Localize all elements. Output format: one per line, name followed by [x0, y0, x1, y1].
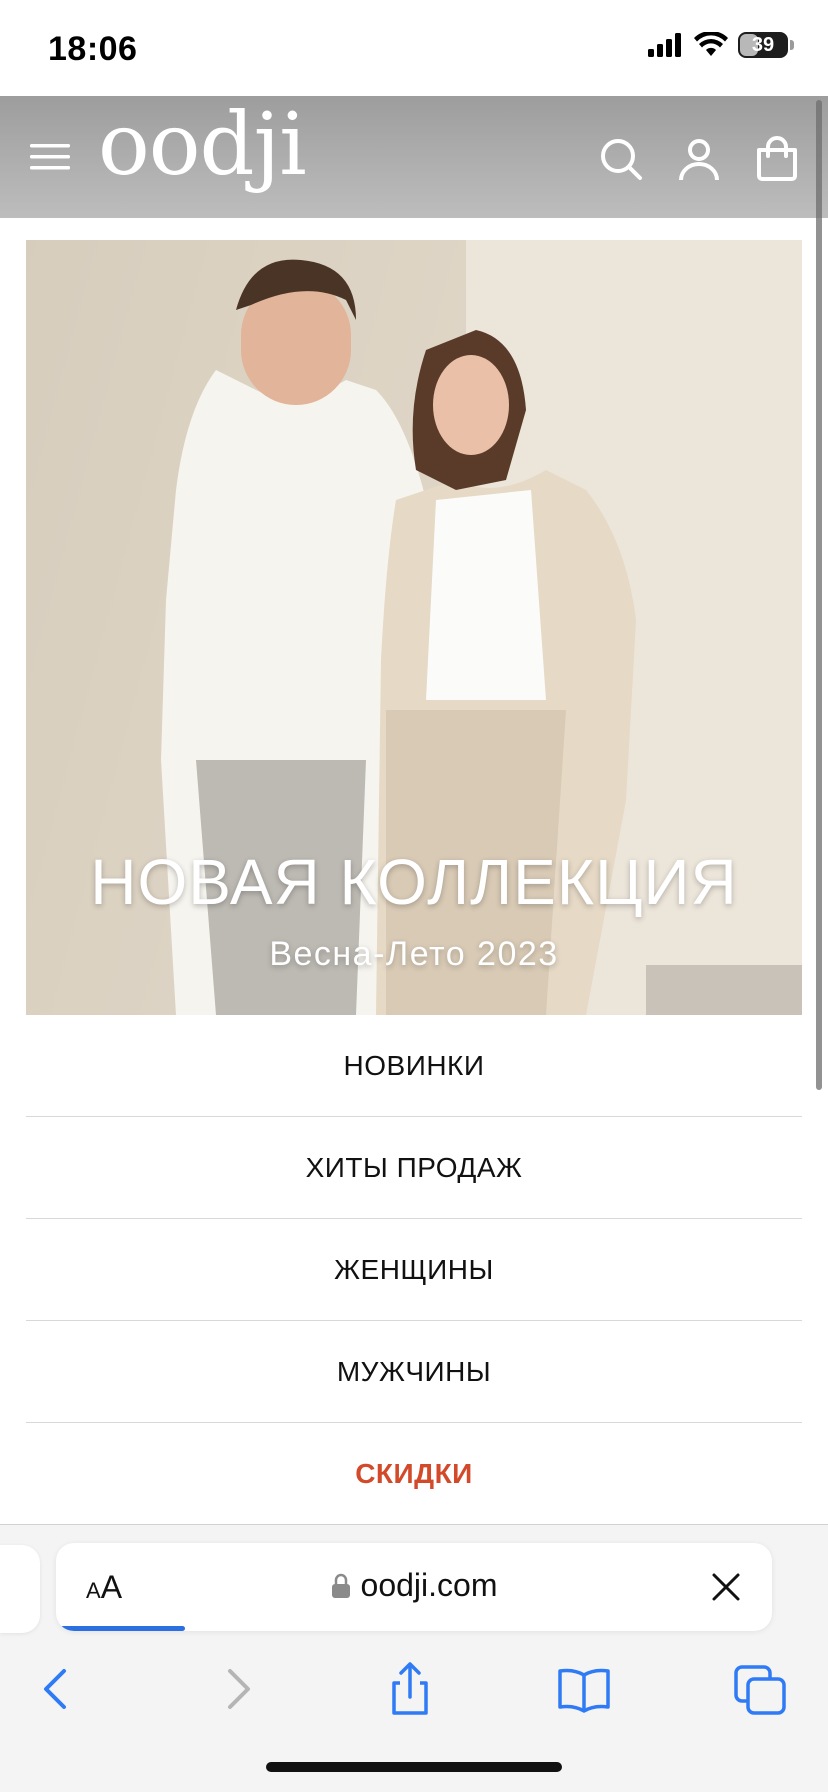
hero-banner[interactable]: НОВАЯ КОЛЛЕКЦИЯ Весна-Лето 2023	[26, 240, 802, 1015]
cart-icon[interactable]	[754, 136, 800, 182]
tabs-icon[interactable]	[730, 1659, 790, 1719]
category-new[interactable]: НОВИНКИ	[26, 1015, 802, 1117]
close-icon[interactable]	[706, 1567, 746, 1607]
lock-icon	[331, 1573, 350, 1598]
user-icon[interactable]	[676, 136, 722, 182]
category-bestsellers[interactable]: ХИТЫ ПРОДАЖ	[26, 1117, 802, 1219]
category-men[interactable]: МУЖЧИНЫ	[26, 1321, 802, 1423]
search-icon[interactable]	[598, 136, 644, 182]
battery-cap	[790, 40, 794, 50]
page-load-progress	[56, 1626, 185, 1631]
category-menu: НОВИНКИ ХИТЫ ПРОДАЖ ЖЕНЩИНЫ МУЖЧИНЫ СКИД…	[26, 1015, 802, 1525]
hero-title: НОВАЯ КОЛЛЕКЦИЯ	[90, 846, 738, 918]
battery-percent: 39	[751, 33, 775, 56]
url-container: oodji.com	[56, 1567, 772, 1604]
wifi-icon	[694, 32, 728, 56]
site-logo[interactable]: oodji	[98, 102, 307, 188]
previous-tab-peek[interactable]	[0, 1545, 40, 1633]
hero-subtitle: Весна-Лето 2023	[269, 935, 559, 973]
status-time: 18:06	[48, 30, 138, 68]
url-text: oodji.com	[360, 1567, 498, 1603]
share-icon[interactable]	[380, 1659, 440, 1719]
menu-icon[interactable]	[28, 140, 72, 174]
page-scrollbar[interactable]	[816, 100, 822, 1090]
bookmarks-icon[interactable]	[554, 1659, 614, 1719]
category-sale[interactable]: СКИДКИ	[26, 1423, 802, 1525]
home-indicator[interactable]	[266, 1762, 562, 1772]
address-bar[interactable]: AA oodji.com	[56, 1543, 772, 1631]
status-indicators: 39	[648, 32, 794, 58]
cellular-signal-icon	[648, 33, 681, 57]
site-header: oodji	[0, 96, 828, 218]
browser-toolbar: AA oodji.com	[0, 1524, 828, 1792]
category-women[interactable]: ЖЕНЩИНЫ	[26, 1219, 802, 1321]
back-icon[interactable]	[28, 1659, 88, 1719]
status-bar: 18:06 39	[0, 0, 828, 96]
forward-icon[interactable]	[206, 1659, 266, 1719]
battery-icon: 39	[738, 32, 788, 58]
